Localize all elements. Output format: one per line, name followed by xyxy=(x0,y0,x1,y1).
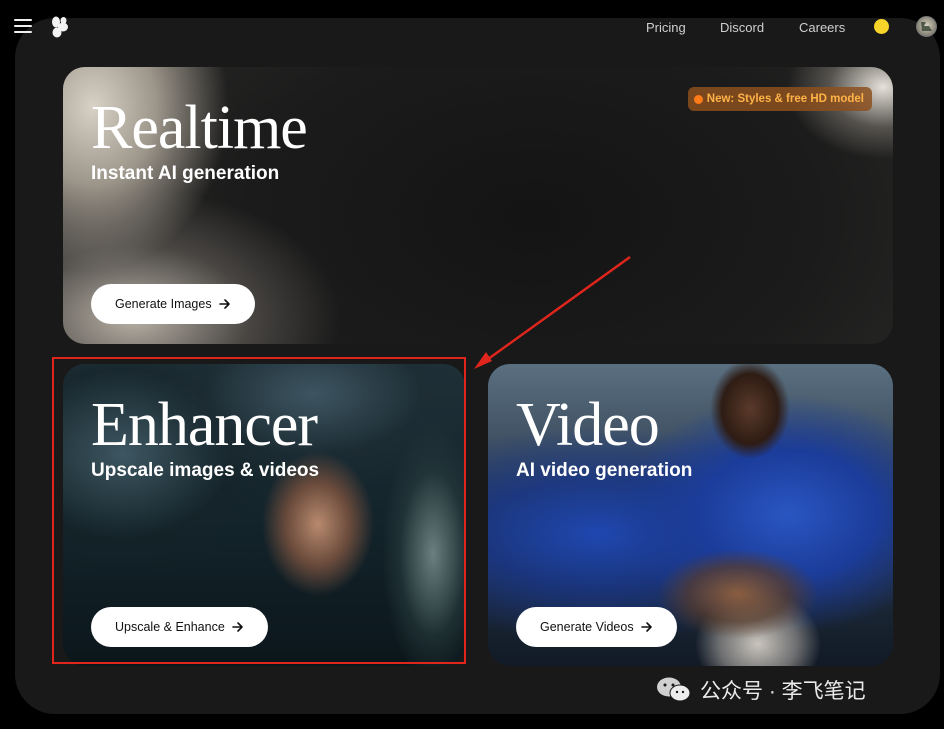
user-avatar[interactable] xyxy=(916,16,937,37)
arrow-right-icon xyxy=(231,621,244,633)
arrow-right-icon xyxy=(218,298,231,310)
watermark: 公众号 · 李飞笔记 xyxy=(656,675,866,705)
watermark-text: 公众号 · 李飞笔记 xyxy=(700,680,866,703)
realtime-card[interactable]: Realtime Instant AI generation New: Styl… xyxy=(63,67,893,344)
nav-pricing-link[interactable]: Pricing xyxy=(646,20,686,35)
wechat-icon xyxy=(657,677,691,702)
generate-images-label: Generate Images xyxy=(115,297,212,311)
coin-icon[interactable] xyxy=(874,19,889,34)
enhancer-subtitle: Upscale images & videos xyxy=(91,460,320,481)
video-subtitle: AI video generation xyxy=(516,460,693,481)
arrow-right-icon xyxy=(640,621,653,633)
upscale-enhance-button[interactable]: Upscale & Enhance xyxy=(91,607,268,647)
badge-text: New: Styles & free HD model xyxy=(706,93,864,105)
logo-icon[interactable] xyxy=(51,16,69,38)
page: Pricing Discord Careers Realtime Instant… xyxy=(0,0,944,729)
generate-videos-button[interactable]: Generate Videos xyxy=(516,607,677,647)
nav-careers-link[interactable]: Careers xyxy=(799,20,845,35)
badge-dot-icon xyxy=(693,94,703,104)
realtime-subtitle: Instant AI generation xyxy=(91,163,280,184)
new-feature-badge[interactable]: New: Styles & free HD model xyxy=(687,87,872,111)
enhancer-title: Enhancer xyxy=(91,391,318,459)
realtime-title: Realtime xyxy=(91,94,308,162)
video-title: Video xyxy=(516,391,660,459)
upscale-enhance-label: Upscale & Enhance xyxy=(115,620,225,634)
generate-videos-label: Generate Videos xyxy=(540,620,634,634)
hamburger-menu-icon[interactable] xyxy=(14,18,32,34)
nav-discord-link[interactable]: Discord xyxy=(720,20,764,35)
enhancer-card[interactable]: Enhancer Upscale images & videos Upscale… xyxy=(63,364,465,666)
generate-images-button[interactable]: Generate Images xyxy=(91,284,255,324)
video-card[interactable]: Video AI video generation Generate Video… xyxy=(488,364,893,666)
